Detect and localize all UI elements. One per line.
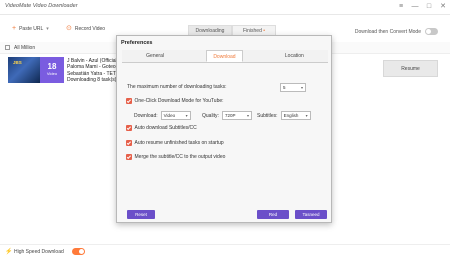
record-video-button[interactable]: ⊙ Record Video: [66, 25, 106, 32]
resume-button[interactable]: Resume: [383, 60, 438, 77]
tab-general[interactable]: General: [140, 50, 170, 62]
auto-resume-row: Auto resume unfinished tasks on startup: [126, 140, 224, 146]
auto-subtitles-label: Auto download Subtitles/CC: [134, 125, 197, 131]
item-details: J Balvin - Azul (Official Paloma Mami - …: [67, 58, 117, 83]
bottom-bar: ⚡ High Speed Download: [0, 244, 450, 258]
dialog-title: Preferences: [121, 40, 153, 46]
video-thumbnail: JBS: [8, 57, 40, 83]
minimize-icon[interactable]: —: [411, 2, 419, 12]
record-icon: ⊙: [66, 25, 72, 32]
subtitles-select[interactable]: English ▾: [280, 111, 311, 120]
download-option: Download: Video ▾: [134, 111, 191, 120]
cancel-button[interactable]: Tasneed: [295, 210, 327, 219]
subtitles-label: Subtitles:: [257, 112, 278, 119]
speed-icon: ⚡: [5, 249, 13, 255]
video-count-badge: 18 Video: [40, 57, 64, 83]
reset-button[interactable]: Reset: [127, 210, 155, 219]
merge-subtitle-row: Merge the subtitle/CC to the output vide…: [126, 154, 225, 160]
auto-subtitles-row: Auto download Subtitles/CC: [126, 125, 197, 131]
paste-url-button[interactable]: + Paste URL ▾: [12, 25, 49, 32]
one-click-label: One-Click Download Mode for YouTube:: [134, 98, 224, 104]
merge-subtitle-checkbox[interactable]: [126, 154, 132, 160]
record-video-label: Record Video: [74, 26, 106, 32]
plus-icon: +: [12, 25, 17, 32]
high-speed-label: High Speed Download: [14, 249, 64, 255]
maximize-icon[interactable]: □: [425, 2, 433, 12]
window-controls: ≡ — □ ✕: [397, 2, 447, 12]
video-count: 18: [47, 62, 57, 71]
thumbnail-text: JBS: [13, 60, 22, 65]
one-click-row: One-Click Download Mode for YouTube:: [126, 98, 224, 104]
download-type-select[interactable]: Video ▾: [160, 111, 191, 120]
download-type-value: Video: [163, 113, 176, 118]
app-title: VideoMate Video Downloader: [5, 3, 78, 9]
quality-value: 720P: [224, 113, 236, 118]
auto-resume-label: Auto resume unfinished tasks on startup: [134, 140, 224, 146]
quality-select[interactable]: 720P ▾: [221, 111, 252, 120]
finished-badge: •: [263, 28, 266, 34]
ok-button[interactable]: Red: [257, 210, 289, 219]
title-bar: VideoMate Video Downloader ≡ — □ ✕: [0, 0, 450, 15]
max-tasks-select[interactable]: 5 ▾: [280, 83, 306, 92]
merge-subtitle-label: Merge the subtitle/CC to the output vide…: [134, 154, 226, 160]
auto-resume-checkbox[interactable]: [126, 140, 132, 146]
close-icon[interactable]: ✕: [439, 2, 447, 12]
subtitles-value: English: [283, 113, 299, 118]
subtitles-option: Subtitles: English ▾: [257, 111, 311, 120]
item-status: Downloading 8 task(s): [67, 76, 117, 83]
chevron-down-icon[interactable]: ▾: [46, 26, 49, 32]
paste-url-label: Paste URL: [19, 26, 44, 32]
chevron-down-icon: ▾: [185, 113, 188, 118]
menu-icon[interactable]: ≡: [397, 2, 405, 12]
item-title-3: Sebastián Yatra - TET: [67, 70, 116, 77]
quality-option: Quality: 720P ▾: [202, 111, 252, 120]
high-speed-toggle[interactable]: [72, 248, 85, 255]
item-title-2: Paloma Mami - Goteo: [67, 64, 116, 71]
max-tasks-row: The maximum number of downloading tasks:: [127, 84, 227, 90]
convert-mode-label: Download then Convert Mode: [354, 28, 421, 35]
convert-mode: Download then Convert Mode: [355, 28, 438, 35]
list-header-label: All Million: [14, 45, 36, 51]
select-all-checkbox[interactable]: [5, 45, 10, 50]
dialog-tabs: General Download Location: [122, 50, 328, 63]
tab-download[interactable]: Download: [206, 50, 243, 62]
quality-label: Quality:: [202, 112, 219, 119]
chevron-down-icon: ▾: [300, 85, 303, 90]
chevron-down-icon: ▾: [246, 113, 249, 118]
tab-location[interactable]: Location: [279, 50, 310, 62]
one-click-checkbox[interactable]: [126, 98, 132, 104]
max-tasks-label: The maximum number of downloading tasks:: [127, 84, 227, 90]
preferences-dialog: Preferences General Download Location Th…: [116, 35, 332, 223]
convert-mode-toggle[interactable]: [425, 28, 438, 35]
tab-finished-label: Finished: [242, 28, 262, 34]
download-type-label: Download:: [134, 112, 158, 119]
auto-subtitles-checkbox[interactable]: [126, 125, 132, 131]
chevron-down-icon: ▾: [305, 113, 308, 118]
max-tasks-value: 5: [283, 85, 286, 90]
video-count-unit: Video: [46, 71, 58, 76]
